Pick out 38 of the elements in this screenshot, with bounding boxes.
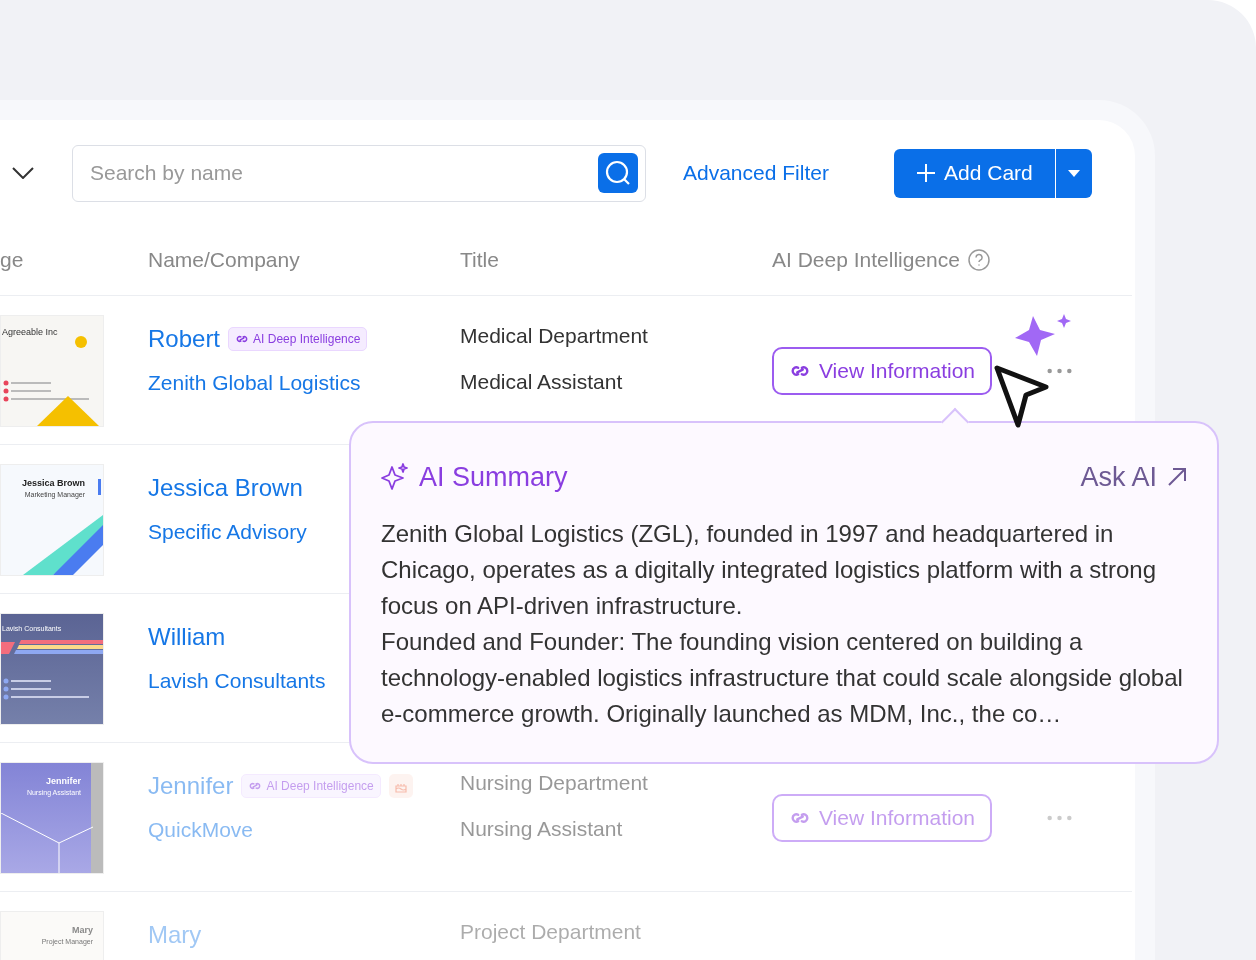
card-title: Mary (72, 924, 93, 937)
more-icon[interactable] (1047, 368, 1072, 374)
column-header: ge (0, 247, 25, 274)
popup-title: AI Summary (419, 461, 568, 494)
search-button[interactable] (598, 152, 638, 193)
search-icon (605, 159, 631, 186)
column-header: Title (460, 247, 500, 274)
department-text: Project Department (460, 919, 642, 945)
chevron-down-icon[interactable] (12, 167, 34, 179)
contact-name[interactable]: Robert (148, 321, 221, 357)
card-title: Jessica Brown (21, 477, 85, 490)
summary-paragraph: Founded and Founder: The founding vision centered on building a technology-enabled logistics infrastructure that could scale alongside global e-commerce growth. Originally launched as MDM, Inc., the co… (381, 626, 1184, 729)
ai-intelligence-tag: AI Deep Intelligence (241, 774, 381, 798)
department-text: Medical Department (460, 323, 649, 349)
plus-icon (916, 163, 937, 183)
advanced-filter-link[interactable]: Advanced Filter (683, 157, 829, 189)
department-text: Nursing Department (460, 770, 649, 796)
column-header: Name/Company (148, 247, 301, 274)
card-title: Jennifer (46, 775, 81, 788)
ai-intelligence-tag: AI Deep Intelligence (228, 327, 368, 351)
summary-paragraph: Zenith Global Logistics (ZGL), founded in 1997 and headquartered in Chicago, operates as a digitally integrated logistics platform with a strong focus on API-driven infrastructure. (381, 518, 1158, 621)
caret-icon (1067, 169, 1080, 177)
contact-name[interactable]: William (148, 619, 226, 655)
help-icon[interactable] (967, 249, 990, 271)
search-field[interactable]: Search by name (72, 144, 646, 202)
arrow-up-right-icon (1167, 467, 1187, 488)
company-name[interactable]: Zenith Global Logistics (148, 367, 460, 399)
position-text: Nursing Assistant (460, 815, 624, 842)
sparkle-icon (381, 463, 409, 492)
add-card-dropdown-button[interactable] (1055, 148, 1092, 198)
card-title: Agreeable Inc (2, 326, 58, 339)
view-information-button[interactable]: View Information (772, 347, 992, 395)
column-header: AI Deep Intelligence (772, 247, 960, 274)
triangle-drawing (37, 396, 99, 426)
add-card-button[interactable]: Add Card (893, 148, 1055, 198)
contact-name[interactable]: Jessica Brown (148, 470, 303, 506)
position-text: Medical Assistant (460, 368, 624, 395)
ask-ai-link[interactable]: Ask AI (1080, 457, 1187, 498)
